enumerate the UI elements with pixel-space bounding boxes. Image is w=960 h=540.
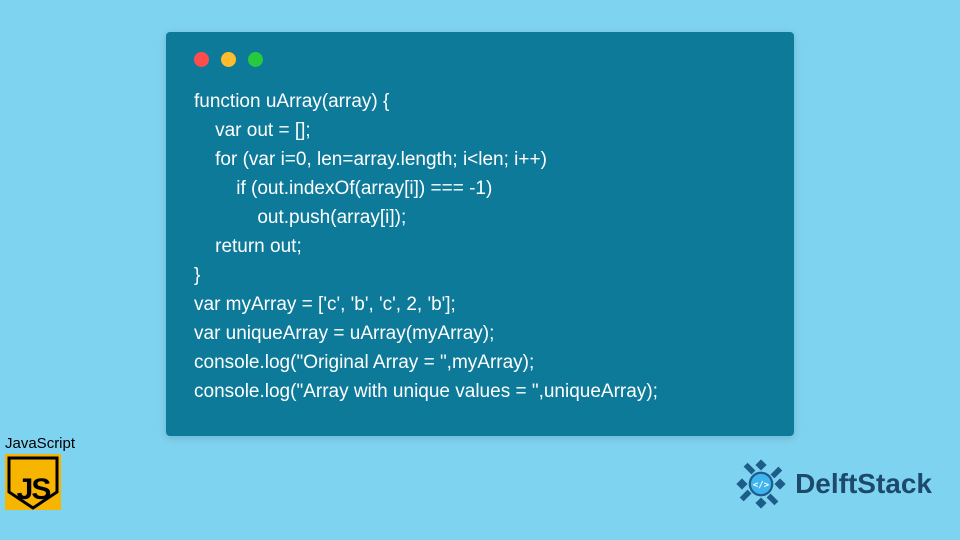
brand: </> DelftStack [733, 456, 932, 512]
javascript-label: JavaScript [5, 435, 85, 452]
javascript-badge: JavaScript JS [5, 435, 85, 510]
minimize-icon [221, 52, 236, 67]
code-window: function uArray(array) { var out = []; f… [166, 32, 794, 436]
javascript-logo-icon: JS [5, 454, 61, 510]
brand-name: DelftStack [795, 468, 932, 500]
brand-logo-icon: </> [733, 456, 789, 512]
svg-text:</>: </> [753, 480, 769, 490]
maximize-icon [248, 52, 263, 67]
javascript-short: JS [17, 473, 50, 507]
close-icon [194, 52, 209, 67]
window-traffic-lights [194, 52, 770, 67]
code-block: function uArray(array) { var out = []; f… [194, 87, 770, 406]
